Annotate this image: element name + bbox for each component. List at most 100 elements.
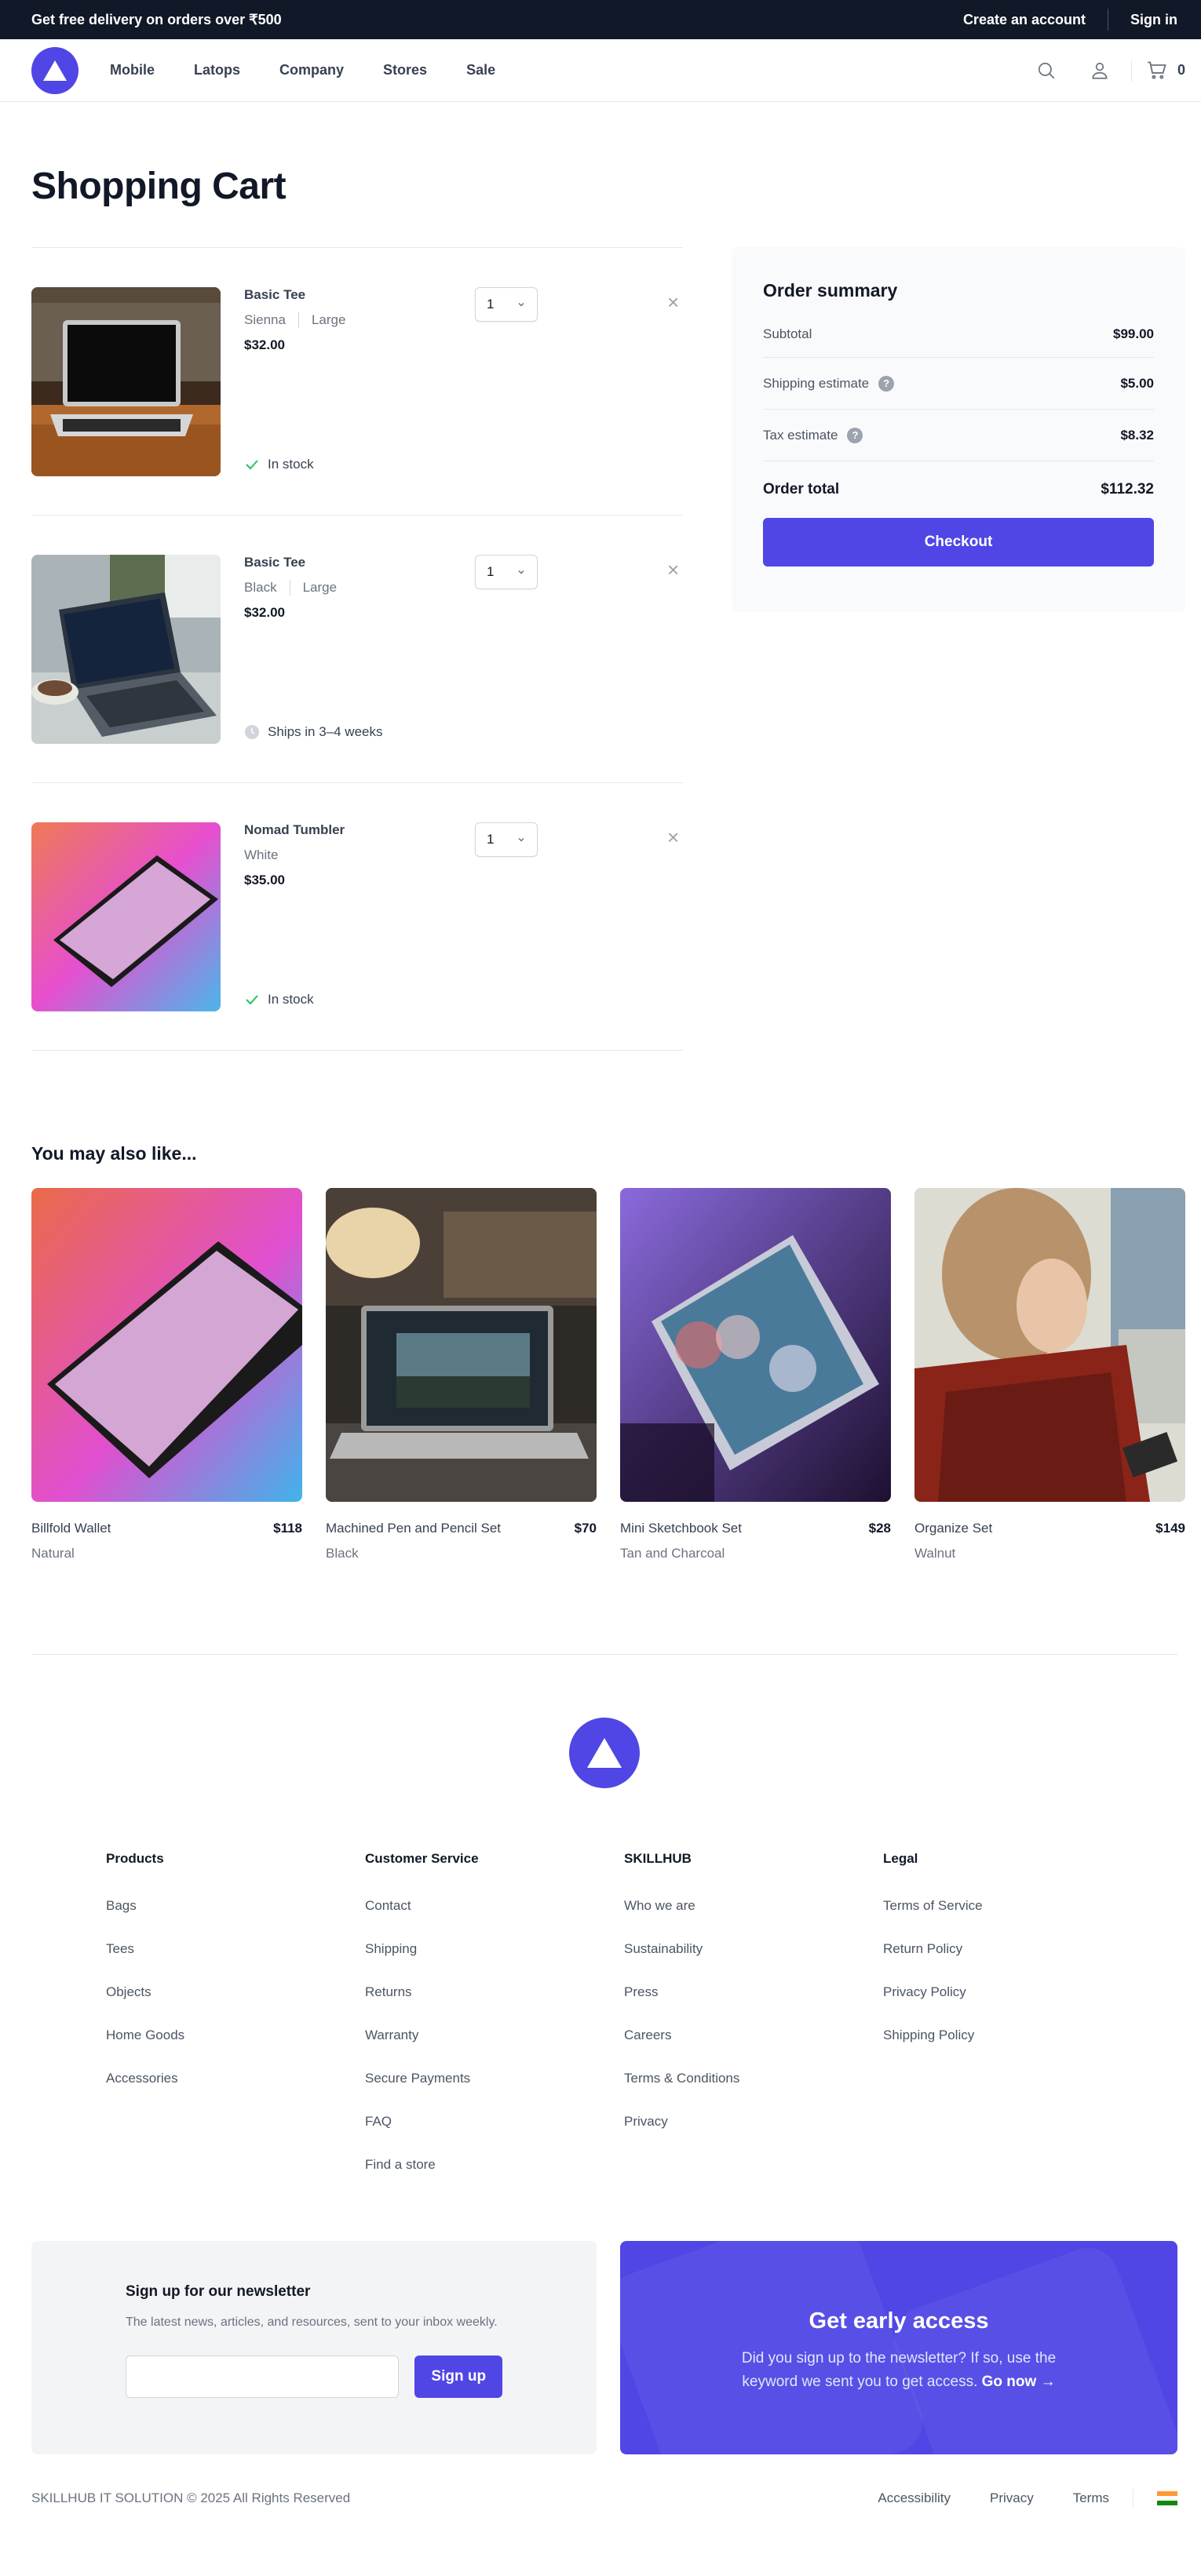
search-icon[interactable] xyxy=(1031,55,1062,86)
check-icon xyxy=(246,460,258,470)
remove-item-button[interactable]: × xyxy=(667,559,679,580)
newsletter-box: Sign up for our newsletter The latest ne… xyxy=(31,2241,597,2454)
footer-link[interactable]: Privacy xyxy=(624,2100,883,2143)
sign-in-link[interactable]: Sign in xyxy=(1130,12,1177,28)
accessibility-link[interactable]: Accessibility xyxy=(878,2490,951,2506)
footer-link[interactable]: Bags xyxy=(106,1884,365,1927)
nav-link-laptops[interactable]: Latops xyxy=(194,62,240,78)
product-image[interactable] xyxy=(914,1188,1185,1502)
footer-link[interactable]: Shipping Policy xyxy=(883,2013,1142,2057)
create-account-link[interactable]: Create an account xyxy=(963,12,1086,28)
product-image[interactable] xyxy=(326,1188,597,1502)
product-name[interactable]: Machined Pen and Pencil Set xyxy=(326,1521,501,1536)
footer-link[interactable]: Warranty xyxy=(365,2013,624,2057)
product-variant: Tan and Charcoal xyxy=(620,1546,725,1561)
footer-link[interactable]: Home Goods xyxy=(106,2013,365,2057)
quantity-select[interactable]: 1 xyxy=(475,822,538,857)
footer-link[interactable]: Return Policy xyxy=(883,1927,1142,1970)
quantity-select[interactable]: 1 xyxy=(475,287,538,322)
stock-status-text: Ships in 3–4 weeks xyxy=(268,724,383,739)
legal-links: Accessibility Privacy Terms xyxy=(838,2489,1177,2508)
footer-logo[interactable] xyxy=(569,1718,640,1788)
email-input[interactable] xyxy=(126,2356,400,2398)
remove-item-button[interactable]: × xyxy=(667,827,679,847)
nav-link-company[interactable]: Company xyxy=(279,62,344,78)
footer-columns: Products Bags Tees Objects Home Goods Ac… xyxy=(106,1851,1177,2186)
footer-link[interactable]: Sustainability xyxy=(624,1927,883,1970)
item-name[interactable]: Nomad Tumbler xyxy=(244,822,480,838)
footer-link[interactable]: Objects xyxy=(106,1970,365,2013)
nav-actions: 0 xyxy=(1009,55,1185,86)
product-image[interactable] xyxy=(620,1188,891,1502)
product-name[interactable]: Mini Sketchbook Set xyxy=(620,1521,742,1536)
subtotal-value: $99.00 xyxy=(1113,326,1154,341)
product-row: Organize Set $149 xyxy=(914,1521,1185,1536)
quantity-select[interactable]: 1 xyxy=(475,555,538,589)
help-icon[interactable]: ? xyxy=(847,427,863,443)
product-image[interactable] xyxy=(31,1188,302,1502)
footer-column-title: Products xyxy=(106,1851,164,1866)
stock-status: In stock xyxy=(244,992,314,1007)
footer-link[interactable]: FAQ xyxy=(365,2100,624,2143)
chevron-down-icon xyxy=(518,570,524,574)
footer-link[interactable]: Contact xyxy=(365,1884,624,1927)
account-links: Create an account Sign in xyxy=(963,9,1177,31)
product-row: Machined Pen and Pencil Set $70 xyxy=(326,1521,597,1536)
promo-banner: Get free delivery on orders over ₹500 Cr… xyxy=(0,0,1201,39)
help-icon[interactable]: ? xyxy=(878,375,895,392)
footer-link[interactable]: Privacy Policy xyxy=(883,1970,1142,2013)
recommendation-grid: Billfold Wallet $118 Natural Machined Pe… xyxy=(31,1188,1201,1561)
product-name[interactable]: Organize Set xyxy=(914,1521,992,1536)
divider xyxy=(1130,59,1132,82)
footer-link[interactable]: Careers xyxy=(624,2013,883,2057)
stock-status: Ships in 3–4 weeks xyxy=(244,724,382,740)
order-summary: Order summary Subtotal $99.00 Shipping e… xyxy=(732,247,1185,612)
checkout-button[interactable]: Checkout xyxy=(763,518,1154,567)
go-now-link[interactable]: Go now → xyxy=(982,2374,1056,2390)
order-summary-title: Order summary xyxy=(763,280,898,301)
logo[interactable] xyxy=(31,46,78,94)
footer-link[interactable]: Find a store xyxy=(365,2143,624,2186)
product-card[interactable]: Mini Sketchbook Set $28 Tan and Charcoal xyxy=(620,1188,891,1561)
quantity-value: 1 xyxy=(487,832,495,847)
copyright: SKILLHUB IT SOLUTION © 2025 All Rights R… xyxy=(31,2490,351,2505)
nav-link-mobile[interactable]: Mobile xyxy=(110,62,155,78)
footer-link[interactable]: Secure Payments xyxy=(365,2057,624,2100)
cart-icon[interactable] xyxy=(1141,55,1173,86)
footer-link[interactable]: Returns xyxy=(365,1970,624,2013)
cart-layout: Basic Tee Sienna Large $32.00 In stock 1… xyxy=(31,247,1201,1051)
footer-column-title: SKILLHUB xyxy=(624,1851,692,1866)
product-card[interactable]: Machined Pen and Pencil Set $70 Black xyxy=(326,1188,597,1561)
item-meta: White xyxy=(244,847,480,863)
footer-link[interactable]: Shipping xyxy=(365,1927,624,1970)
newsletter-description: The latest news, articles, and resources… xyxy=(126,2315,498,2329)
footer-link[interactable]: Terms & Conditions xyxy=(624,2057,883,2100)
product-name[interactable]: Billfold Wallet xyxy=(31,1521,111,1536)
user-icon[interactable] xyxy=(1084,55,1115,86)
quantity-value: 1 xyxy=(487,297,495,312)
product-card[interactable]: Billfold Wallet $118 Natural xyxy=(31,1188,302,1561)
india-flag-icon[interactable] xyxy=(1157,2491,1177,2505)
terms-link[interactable]: Terms xyxy=(1073,2490,1109,2506)
cart-item: Basic Tee Sienna Large $32.00 In stock 1… xyxy=(31,248,683,516)
footer-link[interactable]: Tees xyxy=(106,1927,365,1970)
footer-link[interactable]: Accessories xyxy=(106,2057,365,2100)
nav-link-sale[interactable]: Sale xyxy=(466,62,495,78)
product-variant: Black xyxy=(326,1546,359,1561)
recommendations-title: You may also like... xyxy=(31,1143,197,1164)
remove-item-button[interactable]: × xyxy=(667,292,679,312)
total-value: $112.32 xyxy=(1101,481,1154,497)
sign-up-button[interactable]: Sign up xyxy=(414,2356,502,2398)
product-image[interactable] xyxy=(31,555,221,744)
product-card[interactable]: Organize Set $149 Walnut xyxy=(914,1188,1185,1561)
nav-link-stores[interactable]: Stores xyxy=(383,62,427,78)
footer-link[interactable]: Terms of Service xyxy=(883,1884,1142,1927)
item-name[interactable]: Basic Tee xyxy=(244,287,480,303)
footer-link[interactable]: Press xyxy=(624,1970,883,2013)
footer-link[interactable]: Who we are xyxy=(624,1884,883,1927)
item-name[interactable]: Basic Tee xyxy=(244,555,480,570)
product-image[interactable] xyxy=(31,287,221,476)
privacy-link[interactable]: Privacy xyxy=(990,2490,1034,2506)
chevron-down-icon xyxy=(518,302,524,307)
product-image[interactable] xyxy=(31,822,221,1011)
